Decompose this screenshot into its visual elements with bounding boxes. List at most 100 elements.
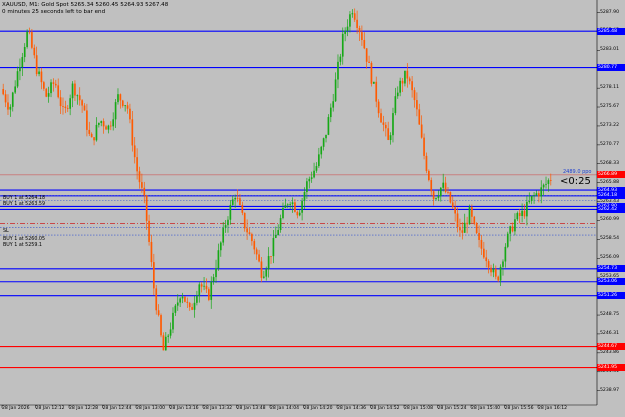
bull-candle: [124, 105, 126, 107]
bear-candle: [184, 296, 186, 302]
bear-candle: [258, 254, 260, 262]
bear-candle: [382, 122, 385, 125]
price-level-label[interactable]: 5264.18: [597, 192, 625, 200]
bull-candle: [349, 14, 351, 27]
bear-candle: [102, 121, 105, 127]
bull-candle: [169, 329, 172, 336]
bull-candle: [542, 184, 545, 188]
bull-candle: [176, 302, 179, 306]
bull-candle: [528, 200, 531, 202]
bear-candle: [62, 106, 64, 107]
bear-candle: [155, 288, 158, 311]
bull-candle: [535, 193, 538, 196]
time-tick: 28 Jan 13:00: [136, 406, 166, 411]
price-level-label[interactable]: 5241.95: [597, 364, 625, 372]
bull-candle: [499, 266, 502, 281]
bear-candle: [408, 78, 411, 82]
bull-candle: [71, 83, 74, 99]
bull-candle: [26, 31, 28, 47]
bear-candle: [200, 284, 203, 287]
bull-candle: [516, 212, 519, 220]
price-level-label[interactable]: 5266.89: [597, 171, 625, 179]
bar-timer: 0 minutes 25 seconds left to bar end: [2, 9, 106, 15]
price-tick: 5275.67: [600, 104, 619, 110]
bull-candle: [329, 107, 332, 118]
candles: [2, 8, 552, 351]
bull-candle: [313, 170, 315, 178]
bear-candle: [518, 212, 521, 216]
bear-candle: [74, 83, 76, 96]
price-level-label[interactable]: 5280.77: [597, 64, 625, 72]
bull-candle: [50, 82, 52, 94]
price-level-label[interactable]: 5253.06: [597, 278, 625, 286]
time-tick: 28 Jan 15:40: [471, 406, 501, 411]
price-level-label[interactable]: 5262.42: [597, 205, 625, 213]
bull-candle: [117, 94, 119, 103]
time-tick: 28 Jan 13:32: [203, 406, 233, 411]
time-tick: 28 Jan 12:12: [35, 406, 65, 411]
bear-candle: [294, 202, 296, 212]
bear-candle: [28, 31, 31, 33]
price-level-label[interactable]: 5251.26: [597, 292, 625, 300]
bull-candle: [284, 205, 287, 208]
bear-candle: [260, 261, 263, 278]
bull-candle: [303, 192, 306, 201]
bear-candle: [52, 82, 55, 84]
bear-candle: [241, 204, 244, 213]
bull-candle: [98, 122, 100, 125]
bull-candle: [14, 86, 16, 93]
bull-candle: [224, 225, 227, 228]
price-level-label[interactable]: 5244.67: [597, 343, 625, 351]
bear-candle: [461, 230, 464, 233]
bear-candle: [205, 285, 208, 290]
trade-label[interactable]: BUY 1 at 5259.1: [3, 243, 42, 249]
bear-candle: [459, 227, 461, 231]
bull-candle: [442, 182, 445, 188]
bear-candle: [423, 137, 425, 156]
chart-canvas[interactable]: [0, 0, 625, 417]
bull-candle: [263, 276, 265, 278]
bear-candle: [59, 97, 62, 107]
bull-candle: [306, 181, 308, 193]
bull-candle: [69, 98, 71, 109]
bear-candle: [413, 90, 416, 101]
bear-candle: [186, 301, 189, 303]
chart-grid: [1, 12, 600, 408]
bear-candle: [188, 302, 191, 308]
bear-candle: [150, 241, 153, 263]
bear-candle: [370, 62, 373, 84]
bear-candle: [428, 170, 430, 181]
price-tick: 5256.09: [600, 255, 619, 261]
bear-candle: [239, 198, 241, 205]
bear-candle: [78, 95, 81, 101]
bear-candle: [93, 137, 95, 141]
bear-candle: [105, 126, 107, 130]
price-level-label[interactable]: 5254.73: [597, 265, 625, 273]
bull-candle: [435, 198, 437, 200]
price-tick: 5243.86: [600, 349, 619, 355]
trade-label[interactable]: BUY 1 at 5263.59: [3, 202, 45, 208]
bear-candle: [40, 71, 43, 83]
bear-candle: [380, 113, 382, 123]
price-tick: 5270.77: [600, 141, 619, 147]
bear-candle: [145, 195, 148, 221]
price-chart[interactable]: XAUUSD, M1: Gold Spot 5265.34 5260.45 52…: [0, 0, 625, 417]
bear-candle: [451, 202, 454, 208]
bear-candle: [35, 55, 38, 75]
bear-candle: [191, 307, 193, 310]
time-tick: 28 Jan 15:56: [504, 406, 534, 411]
bear-candle: [473, 216, 476, 224]
bear-candle: [143, 187, 146, 196]
bull-candle: [210, 281, 213, 300]
bull-candle: [76, 95, 79, 97]
bull-candle: [540, 187, 543, 197]
bear-candle: [141, 182, 143, 188]
bull-candle: [47, 93, 50, 97]
bull-candle: [308, 178, 311, 182]
bear-candle: [538, 193, 540, 197]
stop-loss-label[interactable]: SL: [3, 229, 9, 235]
bull-candle: [196, 295, 198, 303]
price-level-label[interactable]: 5285.48: [597, 27, 625, 35]
bear-candle: [475, 223, 478, 234]
bear-candle: [449, 192, 452, 203]
